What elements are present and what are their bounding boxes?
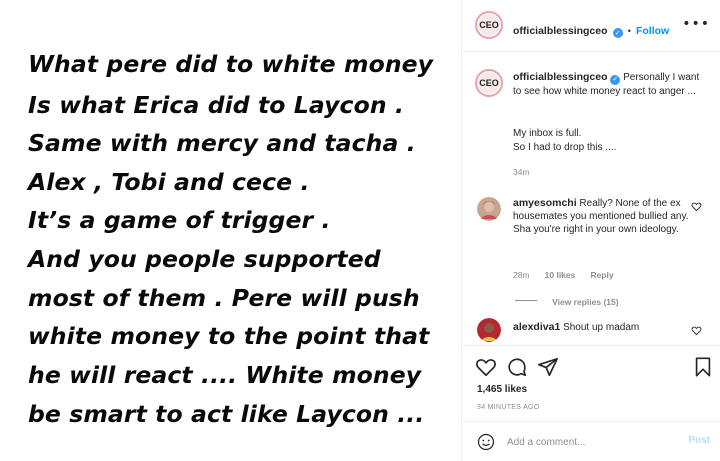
comment-username[interactable]: amyesomchi (513, 197, 577, 209)
action-bar: 1,465 likes 34 MINUTES AGO (463, 345, 720, 415)
comment-input[interactable] (507, 433, 667, 451)
post-comment-button[interactable]: Post (688, 435, 710, 446)
comment-text: alexdiva1 Shout up madam (513, 321, 639, 334)
comment-body: Shout up madam (563, 322, 640, 333)
verified-badge-icon: ✓ (612, 28, 623, 38)
post-text-line: he will react .... White money (28, 361, 422, 389)
follow-button[interactable]: Follow (636, 25, 669, 37)
avatar[interactable] (477, 318, 501, 342)
post-text-line: white money to the point that (28, 322, 430, 350)
post-text-line: Same with mercy and tacha . (28, 129, 416, 157)
post-text-line: It’s a game of trigger . (28, 206, 331, 234)
avatar-image (477, 318, 501, 342)
post-text-line: What pere did to white money (28, 50, 434, 78)
comment-meta: 28m 10 likes Reply (513, 263, 614, 282)
avatar-image (477, 197, 501, 221)
share-icon[interactable] (537, 356, 559, 378)
reply-button[interactable]: Reply (590, 270, 613, 280)
post-timestamp: 34 MINUTES AGO (477, 404, 540, 411)
comment-item: amyesomchi Really? None of the ex housem… (463, 195, 720, 307)
post-text-line: most of them . Pere will push (28, 284, 420, 312)
add-comment-bar: Post (463, 421, 720, 461)
avatar-text: CEO (479, 20, 499, 30)
caption-line: So I had to drop this .... (513, 142, 617, 153)
emoji-icon[interactable] (477, 433, 495, 451)
caption-line: My inbox is full. (513, 128, 582, 139)
comment-age: 28m (513, 270, 530, 280)
view-replies-link[interactable]: View replies (15) (552, 297, 618, 307)
heart-icon[interactable] (475, 356, 497, 378)
comment-likes[interactable]: 10 likes (545, 270, 576, 280)
separator-dot: • (627, 26, 631, 36)
post-header: CEO officialblessingceo ✓ • Follow ••• (463, 0, 720, 52)
header-user-row: officialblessingceo ✓ • Follow (513, 19, 669, 38)
post-text-line: Alex , Tobi and cece . (28, 168, 310, 196)
avatar[interactable]: CEO (475, 11, 503, 39)
comment-like-heart-icon[interactable] (691, 325, 702, 339)
comment-username[interactable]: alexdiva1 (513, 321, 560, 333)
more-options-icon[interactable]: ••• (682, 16, 710, 32)
comment-item: alexdiva1 Shout up madam (463, 318, 720, 344)
avatar-text: CEO (479, 78, 499, 88)
avatar[interactable] (477, 197, 501, 221)
bookmark-icon[interactable] (692, 356, 714, 378)
verified-badge-icon: ✓ (610, 75, 621, 85)
comment-like-heart-icon[interactable] (691, 201, 702, 215)
post-text-line: And you people supported (28, 245, 381, 273)
replies-divider (515, 300, 537, 301)
username-link[interactable]: officialblessingceo (513, 25, 608, 37)
post-sidebar: CEO officialblessingceo ✓ • Follow ••• C… (463, 0, 720, 461)
comment-text: amyesomchi Really? None of the ex housem… (513, 197, 695, 236)
username-link[interactable]: officialblessingceo (513, 71, 608, 83)
comment-icon[interactable] (506, 356, 528, 378)
like-count[interactable]: 1,465 likes (477, 384, 527, 395)
post-image: What pere did to white money Is what Eri… (0, 0, 462, 461)
view-replies-row[interactable]: View replies (15) (515, 290, 619, 309)
post-text-line: be smart to act like Laycon ... (28, 400, 425, 428)
caption-age: 34m (513, 167, 530, 177)
caption-text: officialblessingceo ✓ Personally I want … (513, 71, 709, 98)
post-text-line: Is what Erica did to Laycon . (28, 91, 404, 119)
avatar[interactable]: CEO (475, 69, 503, 97)
